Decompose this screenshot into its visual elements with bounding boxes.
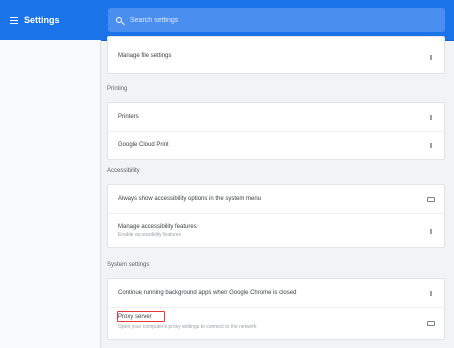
settings-brand[interactable]: Settings xyxy=(10,12,60,28)
top-card: Manage file settings xyxy=(107,36,445,74)
accessibility-card: Always show accessibility options in the… xyxy=(107,184,445,248)
proxy-row[interactable]: Proxy server Open your computer's proxy … xyxy=(108,307,444,339)
proxy-label: Proxy server xyxy=(118,314,152,320)
cloud-print-label: Google Cloud Print xyxy=(118,142,169,148)
chevron-right-icon xyxy=(430,55,432,60)
menu-icon[interactable] xyxy=(10,16,18,24)
manage-a11y-sub: Enable accessibility features xyxy=(118,232,182,238)
printing-card: Printers Google Cloud Print xyxy=(107,102,445,160)
chevron-right-icon xyxy=(430,291,432,296)
manage-files-row[interactable]: Manage file settings xyxy=(108,37,444,73)
settings-header: Settings xyxy=(0,0,454,41)
always-show-a11y-label: Always show accessibility options in the… xyxy=(118,196,262,202)
side-pane xyxy=(0,40,101,348)
external-link-icon[interactable] xyxy=(427,321,435,326)
search-icon xyxy=(116,17,122,23)
search-input[interactable] xyxy=(128,15,432,25)
settings-main: Manage file settings Printing Printers G… xyxy=(100,36,454,348)
background-apps-label: Continue running background apps when Go… xyxy=(118,290,297,296)
printing-section-title: Printing xyxy=(107,86,128,92)
accessibility-section-title: Accessibility xyxy=(107,168,140,174)
chevron-right-icon xyxy=(430,115,432,120)
chevron-right-icon xyxy=(430,143,432,148)
background-apps-row[interactable]: Continue running background apps when Go… xyxy=(108,279,444,307)
chevron-right-icon xyxy=(430,229,432,234)
manage-a11y-label: Manage accessibility features xyxy=(118,224,197,230)
settings-title: Settings xyxy=(24,15,60,25)
always-show-a11y-row[interactable]: Always show accessibility options in the… xyxy=(108,185,444,213)
cloud-print-row[interactable]: Google Cloud Print xyxy=(108,131,444,159)
proxy-sub: Open your computer's proxy settings to c… xyxy=(118,324,257,330)
manage-a11y-row[interactable]: Manage accessibility features Enable acc… xyxy=(108,213,444,247)
search-box[interactable] xyxy=(108,8,445,32)
printers-row[interactable]: Printers xyxy=(108,103,444,131)
system-section-title: System settings xyxy=(107,262,150,268)
printers-label: Printers xyxy=(118,114,139,120)
toggle-icon[interactable] xyxy=(427,197,435,202)
manage-files-label: Manage file settings xyxy=(118,53,172,59)
system-card: Continue running background apps when Go… xyxy=(107,278,445,340)
